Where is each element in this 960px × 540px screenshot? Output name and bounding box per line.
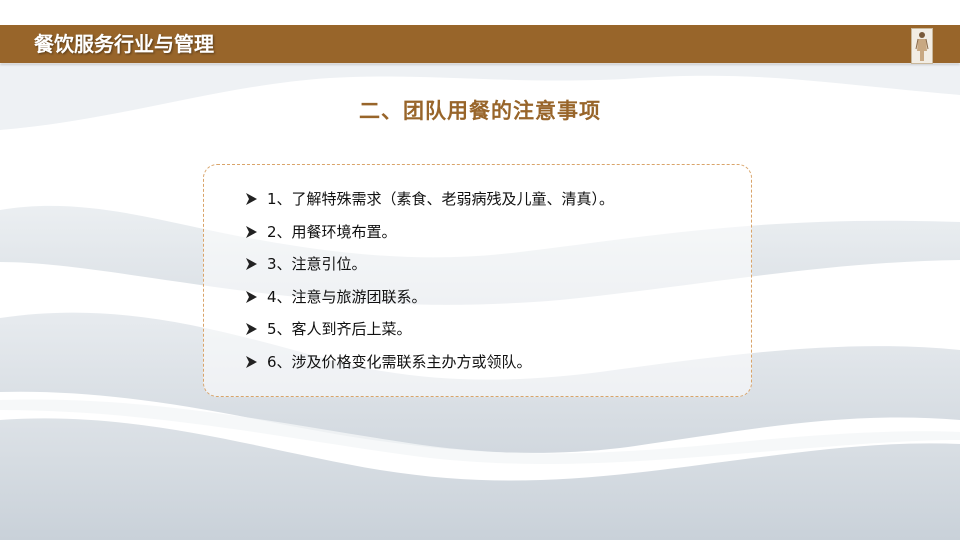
- list-item-text: 6、涉及价格变化需联系主办方或领队。: [267, 352, 532, 371]
- arrow-bullet-icon: [246, 285, 258, 309]
- section-title: 二、团队用餐的注意事项: [359, 99, 601, 123]
- arrow-bullet-icon: [246, 220, 258, 244]
- arrow-bullet-icon: [246, 252, 258, 276]
- arrow-bullet-icon: [246, 187, 258, 211]
- content-box: 1、了解特殊需求（素食、老弱病残及儿童、清真）。 2、用餐环境布置。 3、注意引…: [203, 164, 752, 397]
- list-item: 6、涉及价格变化需联系主办方或领队。: [246, 350, 614, 383]
- list-item-text: 1、了解特殊需求（素食、老弱病残及儿童、清真）。: [267, 190, 615, 208]
- list-item: 2、用餐环境布置。: [246, 220, 614, 253]
- list-item: 3、注意引位。: [246, 252, 614, 285]
- list-item: 1、了解特殊需求（素食、老弱病残及儿童、清真）。: [246, 187, 614, 220]
- header-title: 餐饮服务行业与管理: [34, 32, 214, 56]
- list-item: 4、注意与旅游团联系。: [246, 285, 614, 318]
- list-item-text: 3、注意引位。: [267, 255, 367, 273]
- header-bar: 餐饮服务行业与管理: [0, 25, 960, 63]
- list-item-text: 4、注意与旅游团联系。: [267, 287, 427, 306]
- bullet-list: 1、了解特殊需求（素食、老弱病残及儿童、清真）。 2、用餐环境布置。 3、注意引…: [246, 187, 614, 382]
- arrow-bullet-icon: [246, 350, 258, 374]
- arrow-bullet-icon: [246, 317, 258, 341]
- standing-figure-icon: [911, 28, 933, 64]
- slide: 餐饮服务行业与管理 二、团队用餐的注意事项 1、了解特殊需求（素食、老弱病残及儿…: [0, 0, 960, 540]
- list-item-text: 5、客人到齐后上菜。: [267, 320, 412, 338]
- list-item-text: 2、用餐环境布置。: [267, 222, 397, 241]
- list-item: 5、客人到齐后上菜。: [246, 317, 614, 350]
